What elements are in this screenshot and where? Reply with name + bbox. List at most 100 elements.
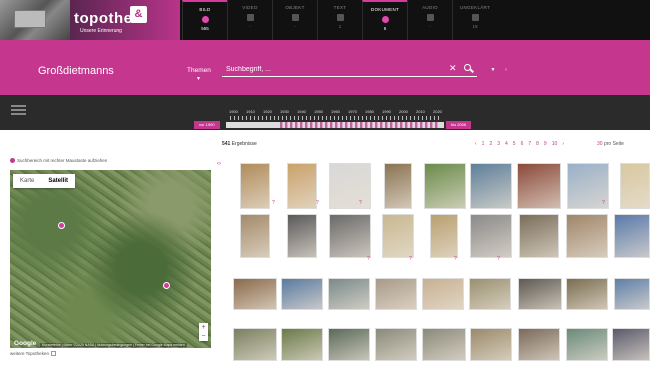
tab-count: - [249, 24, 251, 29]
result-thumbnail[interactable] [614, 214, 650, 258]
tab-audio[interactable]: AUDIO - [407, 0, 452, 40]
range-end-handle[interactable]: bis 2006 [446, 121, 472, 129]
page-link[interactable]: 5 [513, 141, 516, 147]
result-thumbnail[interactable] [240, 214, 270, 258]
result-thumbnail[interactable] [382, 214, 414, 258]
result-thumbnail[interactable] [518, 328, 560, 361]
camera-icon [201, 16, 209, 23]
google-logo: Google [14, 340, 37, 347]
zoom-control[interactable]: + − [199, 323, 208, 341]
result-thumbnail[interactable] [612, 328, 650, 361]
unknown-date-icon: ? [316, 200, 319, 206]
result-thumbnail[interactable] [470, 214, 512, 258]
year-label: 1910 [246, 109, 255, 114]
map-type-satellit[interactable]: Satellit [41, 174, 75, 188]
result-thumbnail[interactable] [566, 278, 608, 310]
chevron-down-icon[interactable]: ▼ [196, 76, 201, 82]
map-satellite-view[interactable] [10, 170, 211, 348]
page-size-select[interactable]: 30 pro Seite [597, 141, 624, 147]
page-link[interactable]: 7 [528, 141, 531, 147]
tab-objekt[interactable]: OBJEKT - [272, 0, 317, 40]
result-thumbnail[interactable] [470, 328, 512, 361]
result-thumbnail[interactable] [281, 278, 323, 310]
result-thumbnail[interactable] [384, 163, 412, 209]
caret-down-icon[interactable]: ▼ [489, 66, 497, 74]
result-thumbnail[interactable] [375, 328, 417, 361]
result-thumbnail[interactable] [233, 328, 277, 361]
result-thumbnail[interactable] [375, 278, 417, 310]
result-thumbnail[interactable] [281, 328, 323, 361]
prev-page-icon[interactable]: ‹ [475, 141, 477, 147]
result-thumbnail[interactable] [329, 214, 371, 258]
result-thumbnail[interactable] [329, 163, 371, 209]
range-start-handle[interactable]: vor 1900 [194, 121, 220, 129]
pagination: ‹ 1 2 3 4 5 6 7 8 9 10 › [475, 141, 569, 147]
clear-icon[interactable]: ✕ [449, 63, 457, 74]
tab-ungeklaert[interactable]: UNGEKLÄRT 19 [452, 0, 497, 40]
map-marker-icon[interactable] [58, 222, 65, 229]
themen-dropdown[interactable]: Themen [187, 67, 211, 74]
tab-bild[interactable]: BILD 555 [182, 0, 227, 40]
unknown-date-icon: ? [359, 200, 362, 206]
result-thumbnail[interactable] [328, 278, 370, 310]
page-link[interactable]: 10 [552, 141, 558, 147]
tab-count: - [294, 24, 296, 29]
search-icon[interactable] [464, 64, 471, 71]
year-label: 1980 [365, 109, 374, 114]
other-topotheks[interactable]: weitere Topotheken [10, 351, 56, 356]
next-page-icon[interactable]: › [562, 141, 564, 147]
tab-label: UNGEKLÄRT [459, 5, 491, 10]
result-thumbnail[interactable] [424, 163, 466, 209]
map-marker-icon[interactable] [163, 282, 170, 289]
unknown-date-icon: ? [497, 256, 500, 262]
result-thumbnail[interactable] [287, 163, 317, 209]
result-thumbnail[interactable] [519, 214, 559, 258]
result-thumbnail[interactable] [233, 278, 277, 310]
result-thumbnail[interactable] [240, 163, 270, 209]
page-link[interactable]: 1 [482, 141, 485, 147]
tab-label: OBJEKT [285, 5, 305, 10]
result-thumbnail[interactable] [614, 278, 650, 310]
result-thumbnail[interactable] [620, 163, 650, 209]
year-label: 1950 [314, 109, 323, 114]
unknown-date-icon: ? [454, 256, 457, 262]
page-link[interactable]: 8 [536, 141, 539, 147]
page-link[interactable]: 2 [489, 141, 492, 147]
results-number: 541 [222, 141, 231, 147]
other-topotheks-label: weitere Topotheken [10, 351, 49, 356]
map-type-karte[interactable]: Karte [13, 174, 41, 188]
tab-text[interactable]: TEXT 1 [317, 0, 362, 40]
tab-label: TEXT [333, 5, 347, 10]
menu-icon[interactable] [11, 105, 26, 115]
tab-label: BILD [199, 7, 211, 12]
page-link[interactable]: 6 [521, 141, 524, 147]
tab-count: 555 [201, 26, 209, 31]
result-thumbnail[interactable] [422, 278, 464, 310]
caret-right-icon[interactable]: › [502, 66, 510, 74]
page-link[interactable]: 4 [505, 141, 508, 147]
checkbox[interactable] [50, 351, 56, 356]
result-thumbnail[interactable] [469, 278, 511, 310]
result-thumbnail[interactable] [566, 214, 608, 258]
result-thumbnail[interactable] [517, 163, 561, 209]
tab-video[interactable]: VIDEO - [227, 0, 272, 40]
timeline-years: 1900 1910 1920 1930 1940 1950 1960 1970 … [229, 109, 450, 114]
result-thumbnail[interactable] [430, 214, 458, 258]
result-thumbnail[interactable] [470, 163, 512, 209]
rect-search-label: Suchbereich mit rechter Maustaste aufzie… [17, 158, 108, 163]
tab-dokument[interactable]: DOKUMENT 6 [362, 0, 407, 40]
page-link[interactable]: 9 [544, 141, 547, 147]
tab-count: 19 [472, 24, 478, 29]
page-link[interactable]: 3 [497, 141, 500, 147]
collapse-map-icon[interactable]: ‹› [217, 161, 221, 167]
result-thumbnail[interactable] [328, 328, 370, 361]
result-thumbnail[interactable] [287, 214, 317, 258]
result-thumbnail[interactable] [566, 328, 608, 361]
result-thumbnail[interactable] [422, 328, 466, 361]
result-thumbnail[interactable] [518, 278, 562, 310]
timeline-ticks [230, 116, 442, 120]
tab-label: DOKUMENT [370, 7, 400, 12]
unknown-date-icon: ? [272, 200, 275, 206]
page-size-value: 30 [597, 141, 603, 147]
search-input[interactable] [222, 62, 477, 77]
